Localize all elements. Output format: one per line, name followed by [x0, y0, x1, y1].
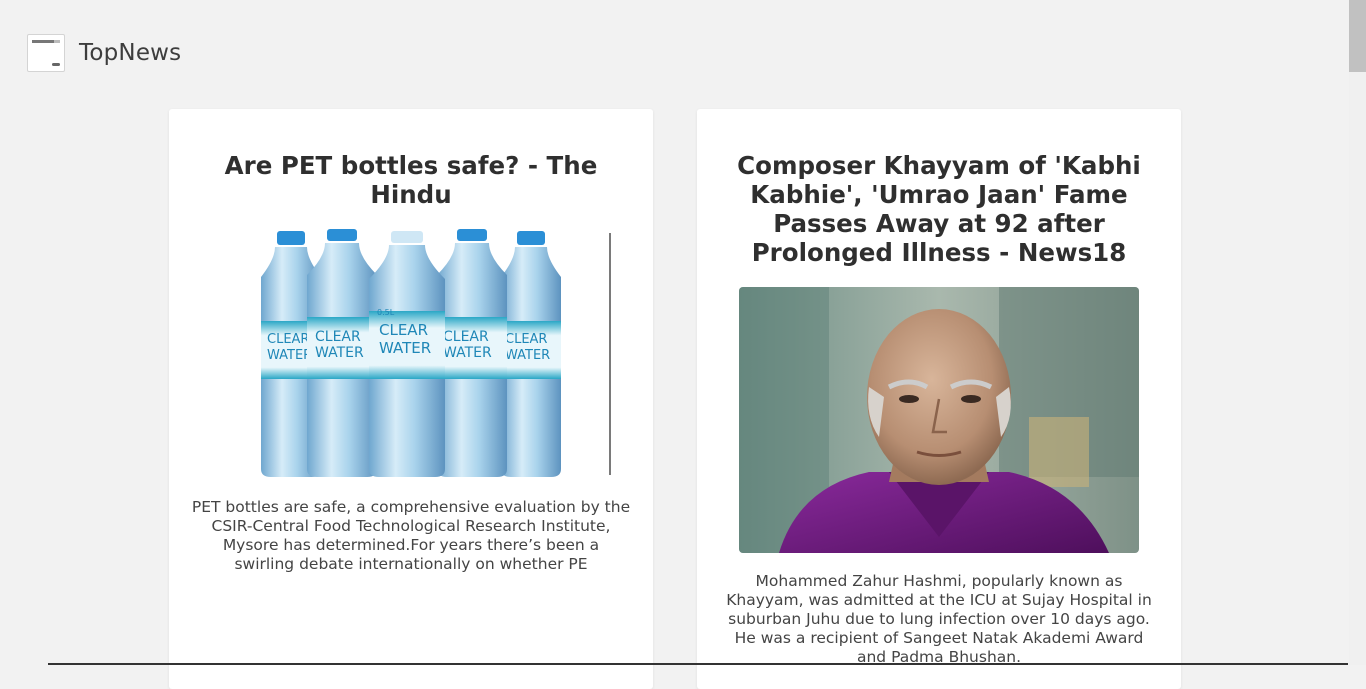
- scrollbar[interactable]: [1349, 0, 1366, 665]
- app-title[interactable]: TopNews: [79, 40, 181, 66]
- article-description[interactable]: PET bottles are safe, a comprehensive ev…: [191, 498, 631, 574]
- browser-window-icon[interactable]: [27, 34, 65, 72]
- svg-text:CLEAR: CLEAR: [315, 329, 361, 345]
- scrollbar-thumb[interactable]: [1349, 0, 1366, 72]
- svg-text:WATER: WATER: [443, 345, 492, 361]
- article-description[interactable]: Mohammed Zahur Hashmi, popularly known a…: [719, 572, 1159, 667]
- svg-text:CLEAR: CLEAR: [505, 332, 547, 347]
- svg-text:CLEAR: CLEAR: [443, 329, 489, 345]
- svg-text:CLEAR: CLEAR: [379, 321, 428, 339]
- article-image[interactable]: [739, 287, 1139, 553]
- app-header: TopNews: [27, 34, 181, 72]
- article-card[interactable]: Composer Khayyam of 'Kabhi Kabhie', 'Umr…: [697, 109, 1181, 689]
- article-title[interactable]: Composer Khayyam of 'Kabhi Kabhie', 'Umr…: [721, 151, 1157, 267]
- svg-text:WATER: WATER: [267, 348, 312, 363]
- bottle-label: CLEAR: [267, 332, 309, 347]
- svg-text:WATER: WATER: [505, 348, 550, 363]
- svg-text:WATER: WATER: [379, 339, 431, 357]
- svg-text:WATER: WATER: [315, 345, 364, 361]
- bottle-4: CLEAR WATER: [437, 229, 507, 477]
- bottle-2: CLEAR WATER: [307, 229, 377, 477]
- bottle-5: CLEAR WATER: [501, 231, 561, 477]
- article-card[interactable]: Are PET bottles safe? - The Hindu CLEAR: [169, 109, 653, 689]
- svg-text:0.5L: 0.5L: [377, 308, 395, 317]
- article-title[interactable]: Are PET bottles safe? - The Hindu: [209, 151, 613, 209]
- bottle-3: 0.5L CLEAR WATER: [369, 231, 445, 477]
- article-image[interactable]: CLEAR WATER CLEAR WATER CLEAR WATER CLEA…: [231, 229, 611, 479]
